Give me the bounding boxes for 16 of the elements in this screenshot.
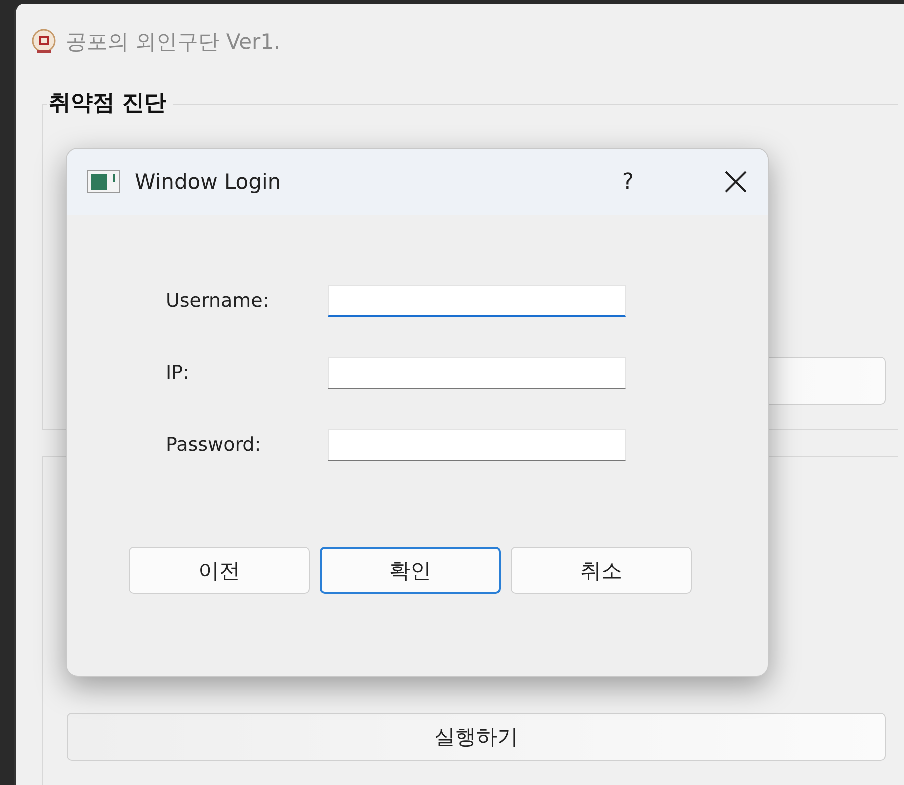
emblem-icon — [32, 29, 56, 55]
input-field[interactable] — [328, 357, 626, 389]
window-icon — [87, 170, 121, 194]
input-field[interactable] — [328, 429, 626, 461]
dialog-button[interactable]: 확인 — [320, 547, 501, 594]
dialog-button[interactable]: 취소 — [511, 547, 692, 594]
help-button[interactable]: ? — [616, 168, 640, 196]
dialog-button[interactable]: 이전 — [129, 547, 310, 594]
dialog-title: Window Login — [135, 170, 282, 194]
field-label: Password: — [166, 434, 262, 456]
window-title: 공포의 외인구단 Ver1. — [66, 29, 281, 56]
input-field[interactable] — [328, 285, 626, 317]
close-button[interactable] — [724, 170, 748, 194]
run-button[interactable]: 실행하기 — [67, 713, 886, 761]
field-label: Username: — [166, 290, 270, 312]
field-label: IP: — [166, 362, 190, 384]
